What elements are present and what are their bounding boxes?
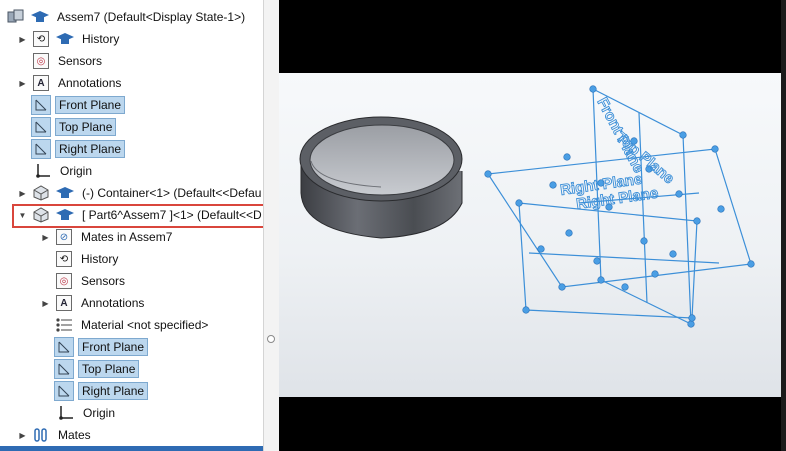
sensor-icon: ◎ xyxy=(54,272,74,290)
tree-item-label: (-) Container<1> (Default<<Defau xyxy=(82,186,262,200)
tree-item-label: Right Plane xyxy=(78,382,149,400)
tree-item-right-plane-sub[interactable]: Right Plane xyxy=(54,380,149,402)
top-plane-outline xyxy=(486,148,752,288)
tree-item-label: History xyxy=(81,252,119,266)
expand-arrow-icon[interactable]: ▶ xyxy=(18,431,27,440)
model-viewport[interactable]: Front Plane Top Plane Right Plane Right … xyxy=(279,73,781,397)
plane-icon xyxy=(31,139,51,159)
annotations-icon: A xyxy=(54,294,74,312)
mates-icon: ⊘ xyxy=(54,228,74,246)
tree-item-origin-sub[interactable]: Origin xyxy=(56,402,118,424)
splitter-grip-icon[interactable] xyxy=(267,335,275,343)
expand-arrow-icon[interactable]: ▶ xyxy=(41,299,50,308)
tree-item-material[interactable]: Material <not specified> xyxy=(54,314,211,336)
expand-arrow-icon[interactable]: ▶ xyxy=(18,189,27,198)
tree-item-label: Top Plane xyxy=(78,360,140,378)
expand-arrow-icon[interactable]: ▶ xyxy=(41,233,50,242)
history-icon: ⟲ xyxy=(54,250,74,268)
expand-arrow-icon[interactable]: ▶ xyxy=(18,79,27,88)
tree-item-label: Material <not specified> xyxy=(81,318,209,332)
tree-item-sensors-sub[interactable]: ◎ Sensors xyxy=(54,270,128,292)
tree-item-label: Right Plane xyxy=(55,140,126,158)
material-icon xyxy=(54,316,74,334)
tree-item-history[interactable]: ▶ ⟲ History xyxy=(18,28,122,50)
expand-arrow-icon[interactable]: ▶ xyxy=(18,35,27,44)
tree-item-mates-in-assem7[interactable]: ▶ ⊘ Mates in Assem7 xyxy=(41,226,175,248)
sensor-icon: ◎ xyxy=(31,52,51,70)
tree-item-label: Origin xyxy=(60,164,93,178)
plane-icon xyxy=(54,381,74,401)
assembly-icon xyxy=(6,8,26,26)
ring-part[interactable] xyxy=(299,116,463,239)
tree-item-sensors[interactable]: ◎ Sensors xyxy=(31,50,105,72)
tree-item-label: Top Plane xyxy=(55,118,117,136)
tree-item-label: Front Plane xyxy=(78,338,149,356)
plane-icon xyxy=(31,117,51,137)
tree-item-label: Sensors xyxy=(81,274,126,288)
tree-item-mates[interactable]: ▶ Mates xyxy=(18,424,94,446)
plane-icon xyxy=(54,359,74,379)
mates-icon xyxy=(31,426,51,444)
panel-splitter[interactable] xyxy=(263,0,280,451)
annotations-icon: A xyxy=(31,74,51,92)
tree-item-annotations-sub[interactable]: ▶ A Annotations xyxy=(41,292,147,314)
tree-item-label: Sensors xyxy=(58,54,103,68)
graphics-area[interactable]: Front Plane Top Plane Right Plane Right … xyxy=(279,0,781,451)
tree-item-label: Origin xyxy=(83,406,116,420)
part-icon xyxy=(31,184,51,202)
tree-item-front-plane-sub[interactable]: Front Plane xyxy=(54,336,149,358)
window-edge xyxy=(781,0,786,451)
tree-item-annotations[interactable]: ▶ A Annotations xyxy=(18,72,124,94)
tree-item-container[interactable]: ▶ (-) Container<1> (Default<<Defau xyxy=(18,182,263,204)
red-highlight-box xyxy=(12,204,274,228)
tree-item-label: Front Plane xyxy=(55,96,126,114)
cap-icon xyxy=(55,184,75,202)
tree-item-origin[interactable]: Origin xyxy=(33,160,95,182)
tree-bottom-bar xyxy=(0,446,263,451)
plane-icon xyxy=(31,95,51,115)
tree-item-label: History xyxy=(82,32,120,46)
tree-item-label: Annotations xyxy=(58,76,122,90)
tree-item-history-sub[interactable]: ⟲ History xyxy=(54,248,121,270)
tree-item-label: Mates in Assem7 xyxy=(81,230,173,244)
cap-icon xyxy=(55,30,75,48)
origin-icon xyxy=(33,162,53,180)
tree-item-label: Annotations xyxy=(81,296,145,310)
root-label: Assem7 (Default<Display State-1>) xyxy=(57,10,246,24)
tree-item-top-plane-sub[interactable]: Top Plane xyxy=(54,358,140,380)
plane-icon xyxy=(54,337,74,357)
cap-icon xyxy=(30,8,50,26)
history-icon: ⟲ xyxy=(31,30,51,48)
tree-root-assembly[interactable]: Assem7 (Default<Display State-1>) xyxy=(6,6,248,28)
origin-icon xyxy=(56,404,76,422)
tree-item-front-plane[interactable]: Front Plane xyxy=(31,94,126,116)
tree-item-label: Mates xyxy=(58,428,91,442)
tree-item-right-plane[interactable]: Right Plane xyxy=(31,138,126,160)
tree-item-top-plane[interactable]: Top Plane xyxy=(31,116,117,138)
model-scene: Front Plane Top Plane Right Plane Right … xyxy=(299,85,755,328)
